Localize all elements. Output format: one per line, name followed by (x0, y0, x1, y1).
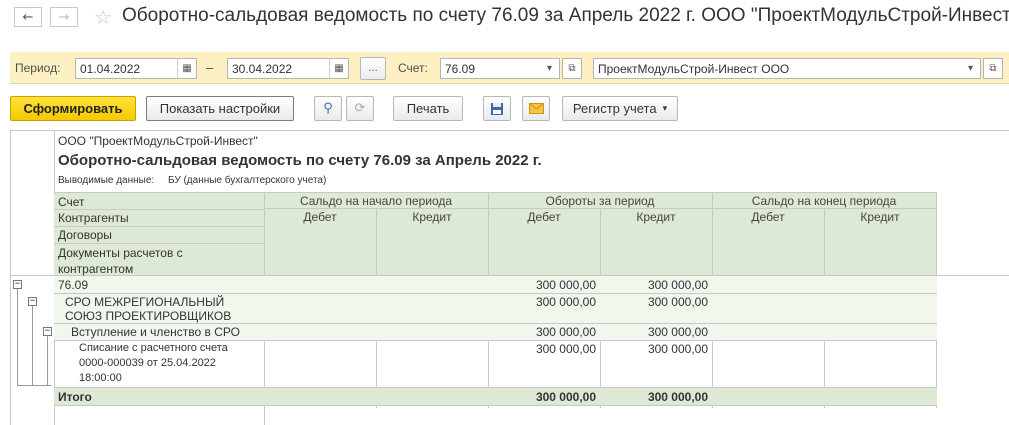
total-label: Итого (58, 390, 92, 404)
row-turn-credit: 300 000,00 (647, 342, 708, 356)
clear-search-icon[interactable]: ⟳ (346, 96, 374, 121)
organization-field[interactable]: ПроектМодульСтрой-Инвест ООО (593, 58, 981, 79)
period-dash: – (206, 60, 214, 75)
save-icon[interactable] (483, 96, 511, 121)
header-docs-line2: контрагентом (58, 262, 134, 276)
header-end-balance: Сальдо на конец периода (751, 194, 897, 208)
row-turn-debit: 300 000,00 (535, 342, 596, 356)
header-debit: Дебет (303, 210, 337, 224)
params-bar: Период: 01.04.2022 ▦ – 30.04.2022 ▦ ... … (10, 52, 1009, 84)
register-label: Регистр учета (572, 101, 657, 116)
period-select-button[interactable]: ... (360, 57, 386, 80)
row-account: 76.09 (58, 278, 89, 292)
total-turn-debit: 300 000,00 (535, 390, 596, 404)
back-button[interactable]: ← (14, 7, 42, 27)
row-document-line2: 0000-000039 от 25.04.2022 (79, 357, 216, 369)
search-icon[interactable]: ⚲ (314, 96, 342, 121)
collapse-icon[interactable]: − (43, 327, 52, 336)
output-value: БУ (данные бухгалтерского учета) (168, 175, 327, 186)
favorite-star-icon[interactable]: ☆ (94, 5, 112, 29)
header-debit: Дебет (751, 210, 785, 224)
header-docs-line1: Документы расчетов с (58, 246, 183, 260)
register-dropdown[interactable]: Регистр учета ▾ (562, 96, 678, 121)
calendar-icon[interactable]: ▦ (329, 58, 349, 79)
open-icon[interactable]: ⧉ (983, 58, 1003, 79)
row-document-line3: 18:00:00 (79, 372, 122, 384)
mail-icon[interactable] (522, 96, 550, 121)
collapse-icon[interactable]: − (13, 280, 22, 289)
generate-button[interactable]: Сформировать (10, 96, 136, 121)
chevron-down-icon: ▾ (662, 103, 668, 114)
output-label: Выводимые данные: (58, 175, 155, 186)
header-start-balance: Сальдо на начало периода (299, 194, 453, 208)
header-contracts: Договоры (58, 228, 112, 242)
row-contractor-line2: СОЮЗ ПРОЕКТИРОВЩИКОВ (65, 309, 232, 323)
arrow-left-icon: ← (22, 9, 34, 25)
date-to-field[interactable]: 30.04.2022 (227, 58, 332, 79)
header-debit: Дебет (527, 210, 561, 224)
header-account: Счет (58, 195, 85, 209)
row-turn-credit: 300 000,00 (647, 278, 708, 292)
header-credit: Кредит (636, 210, 676, 224)
row-turn-debit: 300 000,00 (535, 295, 596, 309)
print-button[interactable]: Печать (393, 96, 463, 121)
row-turn-debit: 300 000,00 (535, 325, 596, 339)
chevron-down-icon[interactable]: ▾ (540, 58, 560, 79)
header-credit: Кредит (860, 210, 900, 224)
open-icon[interactable]: ⧉ (562, 58, 582, 79)
date-from-field[interactable]: 01.04.2022 (75, 58, 180, 79)
row-turn-credit: 300 000,00 (647, 295, 708, 309)
header-turnover: Обороты за период (545, 194, 655, 208)
report-spreadsheet[interactable]: ООО "ПроектМодульСтрой-Инвест" Оборотно-… (10, 130, 1009, 425)
row-turn-credit: 300 000,00 (647, 325, 708, 339)
header-contractors: Контрагенты (58, 211, 129, 225)
row-turn-debit: 300 000,00 (535, 278, 596, 292)
row-contract: Вступление и членство в СРО (71, 325, 240, 339)
total-turn-credit: 300 000,00 (647, 390, 708, 404)
row-document-line1: Списание с расчетного счета (79, 342, 228, 354)
chevron-down-icon[interactable]: ▾ (961, 58, 981, 79)
account-label: Счет: (398, 61, 428, 75)
arrow-right-icon: → (58, 9, 70, 25)
show-settings-button[interactable]: Показать настройки (146, 96, 294, 121)
calendar-icon[interactable]: ▦ (177, 58, 197, 79)
header-credit: Кредит (412, 210, 452, 224)
report-title: Оборотно-сальдовая ведомость по счету 76… (58, 152, 542, 169)
report-org: ООО "ПроектМодульСтрой-Инвест" (58, 134, 258, 148)
window-title: Оборотно-сальдовая ведомость по счету 76… (122, 5, 1009, 26)
row-contractor-line1: СРО МЕЖРЕГИОНАЛЬНЫЙ (65, 295, 225, 309)
collapse-icon[interactable]: − (28, 297, 37, 306)
period-label: Период: (15, 61, 61, 75)
forward-button[interactable]: → (50, 7, 78, 27)
